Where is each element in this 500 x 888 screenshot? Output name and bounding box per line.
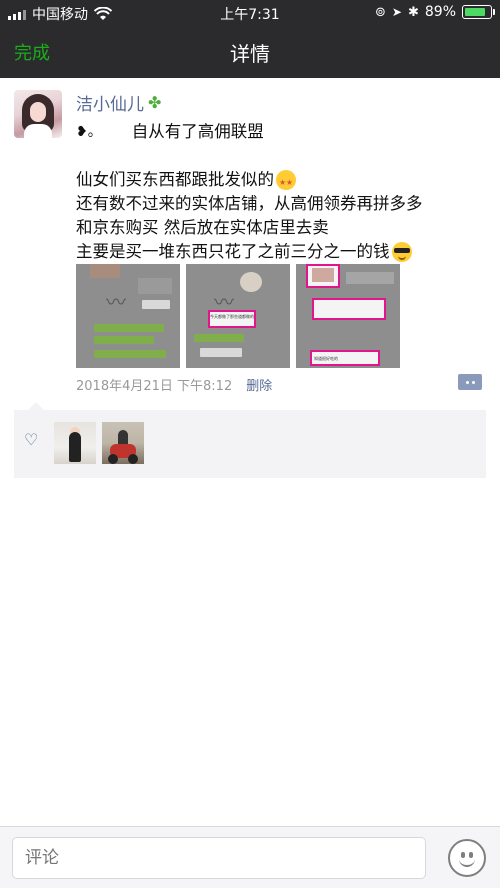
photo-grid: 〰 〰 今天都做了那些道都做的 知道很好吃的 xyxy=(76,264,400,368)
smiley-face-icon[interactable] xyxy=(448,839,486,877)
battery-percent: 89% xyxy=(424,4,456,20)
photo-caption: 今天都做了那些道都做的 xyxy=(210,314,254,319)
post-photo-2[interactable]: 〰 今天都做了那些道都做的 xyxy=(186,264,290,368)
post-first-line-text: 自从有了高佣联盟 xyxy=(131,122,264,141)
status-bar: 中国移动 上午7:31 ⊚ ➤ ✱ 89% xyxy=(0,0,500,26)
page-title: 详情 xyxy=(230,42,270,66)
four-leaf-clover-icon: ✤ xyxy=(148,93,162,112)
post-line-text: 主要是买一堆东西只花了之前三分之一的钱 xyxy=(76,242,390,261)
photo-caption: 知道很好吃的 xyxy=(314,356,338,361)
post-photo-3[interactable]: 知道很好吃的 xyxy=(296,264,400,368)
liker-avatar[interactable] xyxy=(102,422,144,464)
post-meta: 2018年4月21日 下午8:12 删除 xyxy=(76,375,272,394)
post-line: 还有数不过来的实体店铺，从高佣领券再拼多多 xyxy=(76,192,486,216)
likes-panel: ♡ xyxy=(14,402,486,478)
avatar[interactable] xyxy=(14,90,62,138)
post-line-text: 还有数不过来的实体店铺，从高佣领券再拼多多 xyxy=(76,194,423,213)
username[interactable]: 洁小仙儿 ✤ xyxy=(76,90,161,115)
heart-outline-icon: ♡ xyxy=(24,430,39,449)
post-content: ❥。 自从有了高佣联盟 仙女们买东西都跟批发似的 还有数不过来的实体店铺，从高佣… xyxy=(76,120,486,264)
nav-bar: 完成 详情 xyxy=(0,26,500,78)
comment-bar xyxy=(0,826,500,888)
post-line: 仙女们买东西都跟批发似的 xyxy=(76,168,486,195)
delete-button[interactable]: 删除 xyxy=(246,375,272,394)
post-line: 和京东购买 然后放在实体店里去卖 xyxy=(76,216,486,240)
battery-icon xyxy=(462,5,495,19)
post-line-text: 仙女们买东西都跟批发似的 xyxy=(76,170,274,189)
black-heart-icon: ❥。 xyxy=(76,124,102,140)
comment-icon[interactable] xyxy=(458,374,482,390)
liker-avatar[interactable] xyxy=(54,422,96,464)
post-line: 主要是买一堆东西只花了之前三分之一的钱 xyxy=(76,240,486,264)
location-icon: ➤ xyxy=(391,5,402,19)
star-struck-emoji-icon xyxy=(276,170,296,195)
username-text[interactable]: 洁小仙儿 xyxy=(76,90,144,115)
comment-input[interactable] xyxy=(12,837,426,879)
post-line-first: ❥。 自从有了高佣联盟 xyxy=(76,120,486,144)
post-photo-1[interactable]: 〰 xyxy=(76,264,180,368)
bluetooth-icon: ✱ xyxy=(407,4,419,20)
top-bar: 中国移动 上午7:31 ⊚ ➤ ✱ 89% 完成 详情 xyxy=(0,0,500,78)
sunglasses-emoji-icon xyxy=(391,242,412,262)
post-line-text: 和京东购买 然后放在实体店里去卖 xyxy=(76,218,329,237)
post-timestamp: 2018年4月21日 下午8:12 xyxy=(76,379,233,394)
orientation-lock-icon: ⊚ xyxy=(375,4,386,20)
